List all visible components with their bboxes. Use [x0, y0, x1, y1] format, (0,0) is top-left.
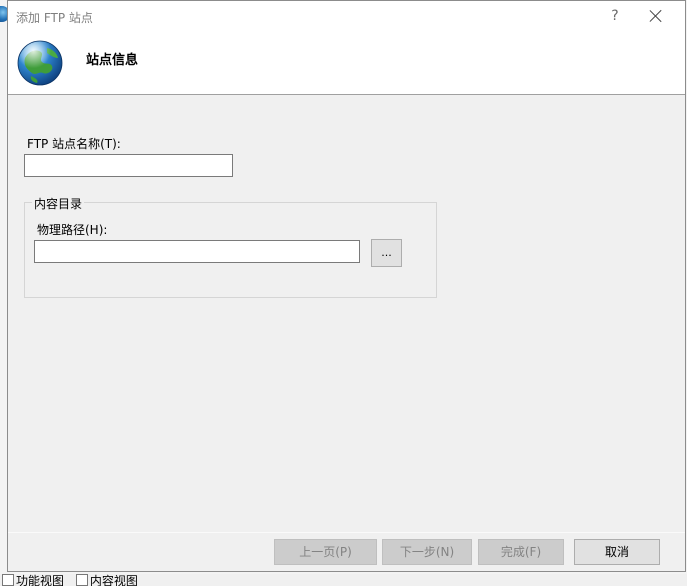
help-button[interactable]: ? [603, 5, 627, 27]
feature-view-label: 功能视图 [16, 574, 65, 586]
next-button[interactable]: 下一步(N) [382, 539, 472, 565]
add-ftp-site-dialog: 添加 FTP 站点 ? 站点信息 FTP 站点名称(T): 内容目录 物理路径(… [7, 0, 686, 572]
physical-path-label: 物理路径(H): [37, 223, 108, 237]
content-view-label: 内容视图 [89, 574, 138, 586]
site-name-input[interactable] [24, 154, 233, 177]
footer-divider [8, 532, 685, 533]
finish-button[interactable]: 完成(F) [478, 539, 564, 565]
cancel-button[interactable]: 取消 [574, 539, 660, 565]
site-name-label: FTP 站点名称(T): [27, 137, 121, 151]
dialog-title: 添加 FTP 站点 [16, 11, 93, 25]
close-icon[interactable] [644, 4, 668, 28]
content-view-tab[interactable]: 内容视图 [75, 574, 138, 586]
browse-button[interactable]: ... [371, 239, 402, 267]
page-title: 站点信息 [86, 53, 139, 68]
feature-view-icon [2, 574, 14, 586]
content-directory-legend: 内容目录 [32, 195, 85, 212]
globe-icon [17, 40, 63, 86]
dialog-titlebar[interactable]: 添加 FTP 站点 ? [8, 1, 685, 31]
background-status-bar: 功能视图 内容视图 [0, 574, 687, 586]
previous-button[interactable]: 上一页(P) [274, 539, 377, 565]
physical-path-input[interactable] [34, 240, 360, 263]
wizard-header: 站点信息 [8, 31, 685, 95]
content-view-icon [75, 574, 88, 586]
feature-view-tab[interactable]: 功能视图 [2, 574, 64, 586]
